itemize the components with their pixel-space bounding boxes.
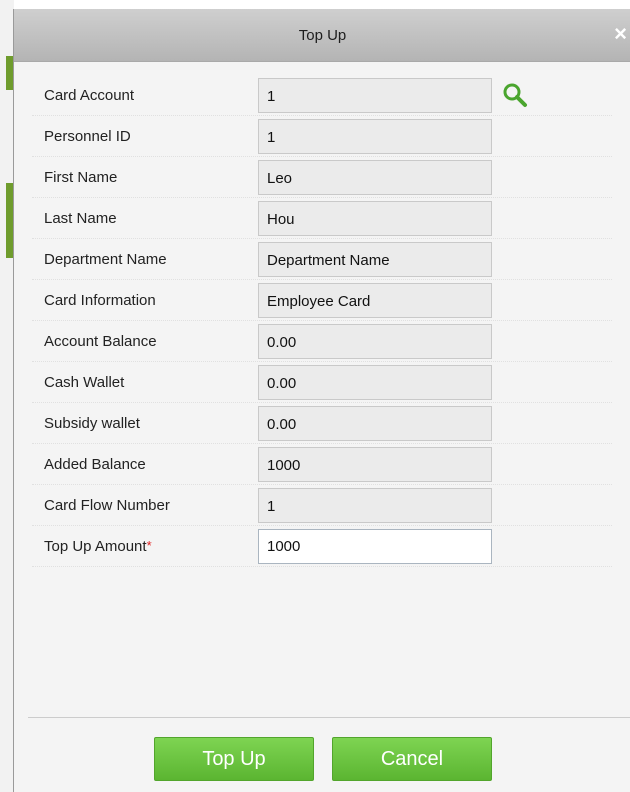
close-icon[interactable]: × — [614, 23, 627, 45]
required-mark: * — [146, 538, 152, 553]
top-up-amount-label-text: Top Up Amount — [44, 538, 147, 555]
form-row-subsidy-wallet: Subsidy wallet 0.00 — [32, 403, 612, 444]
top-up-dialog: Top Up × Card Account 1 Personnel ID 1 F… — [13, 9, 630, 792]
top-up-amount-input[interactable] — [258, 529, 492, 564]
account-balance-label: Account Balance — [44, 333, 157, 350]
department-name-field: Department Name — [258, 242, 492, 277]
card-information-label: Card Information — [44, 292, 156, 309]
last-name-label: Last Name — [44, 210, 117, 227]
first-name-field: Leo — [258, 160, 492, 195]
search-icon[interactable] — [502, 82, 528, 113]
form-row-card-flow-number: Card Flow Number 1 — [32, 485, 612, 526]
card-account-field: 1 — [258, 78, 492, 113]
last-name-field: Hou — [258, 201, 492, 236]
form-row-last-name: Last Name Hou — [32, 198, 612, 239]
account-balance-field: 0.00 — [258, 324, 492, 359]
top-up-amount-label: Top Up Amount* — [44, 538, 152, 555]
background-page-edge — [0, 0, 14, 792]
dialog-titlebar: Top Up × — [14, 9, 630, 62]
subsidy-wallet-label: Subsidy wallet — [44, 415, 140, 432]
added-balance-label: Added Balance — [44, 456, 146, 473]
form-row-account-balance: Account Balance 0.00 — [32, 321, 612, 362]
card-flow-number-label: Card Flow Number — [44, 497, 170, 514]
card-account-label: Card Account — [44, 87, 135, 104]
cash-wallet-label: Cash Wallet — [44, 374, 125, 391]
added-balance-field: 1000 — [258, 447, 492, 482]
personnel-id-label: Personnel ID — [44, 128, 131, 145]
first-name-label: First Name — [44, 169, 118, 186]
form-row-first-name: First Name Leo — [32, 157, 612, 198]
background-green-accent — [6, 56, 13, 90]
form-row-card-information: Card Information Employee Card — [32, 280, 612, 321]
form-row-personnel-id: Personnel ID 1 — [32, 116, 612, 157]
personnel-id-field: 1 — [258, 119, 492, 154]
form-row-top-up-amount: Top Up Amount* — [32, 526, 612, 567]
top-up-button[interactable]: Top Up — [154, 737, 314, 781]
dialog-title: Top Up — [298, 27, 347, 44]
footer-divider — [28, 717, 630, 718]
background-green-accent — [6, 183, 13, 258]
form-row-added-balance: Added Balance 1000 — [32, 444, 612, 485]
card-flow-number-field: 1 — [258, 488, 492, 523]
card-information-field: Employee Card — [258, 283, 492, 318]
form-row-department-name: Department Name Department Name — [32, 239, 612, 280]
cash-wallet-field: 0.00 — [258, 365, 492, 400]
form-row-card-account: Card Account 1 — [32, 75, 612, 116]
cancel-button[interactable]: Cancel — [332, 737, 492, 781]
top-up-form: Card Account 1 Personnel ID 1 First Name… — [32, 75, 612, 567]
form-row-cash-wallet: Cash Wallet 0.00 — [32, 362, 612, 403]
department-name-label: Department Name — [44, 251, 167, 268]
subsidy-wallet-field: 0.00 — [258, 406, 492, 441]
